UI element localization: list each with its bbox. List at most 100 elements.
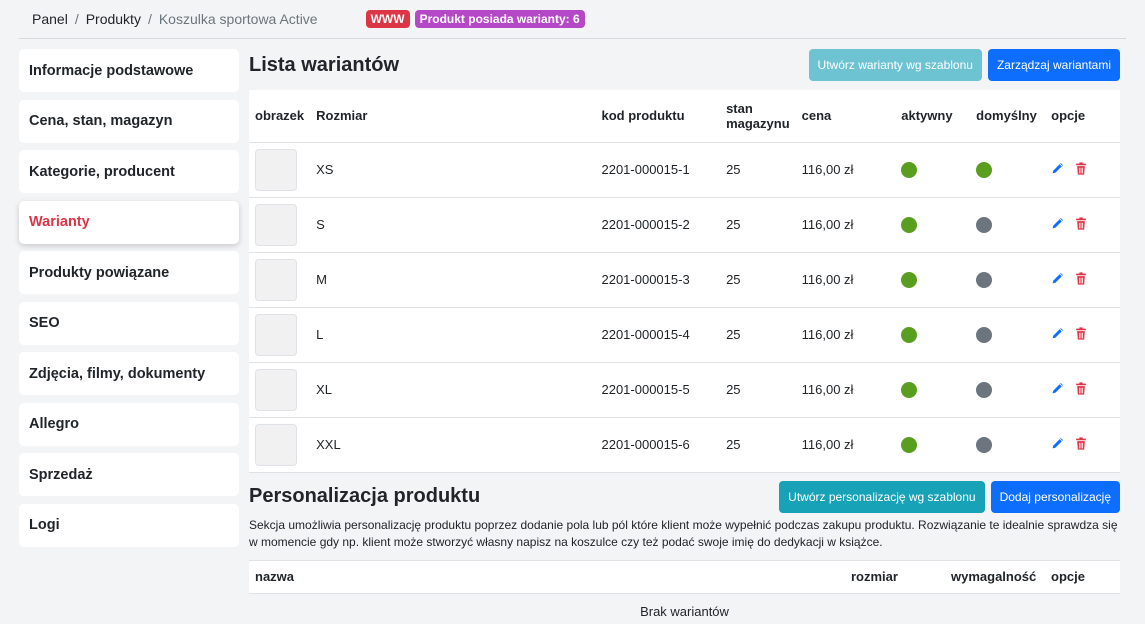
pencil-icon[interactable] xyxy=(1051,382,1064,398)
default-status-dot[interactable] xyxy=(976,161,993,178)
main-content: Lista wariantów Utwórz warianty wg szabl… xyxy=(249,49,1120,619)
variants-table: obrazek Rozmiar kod produktu stan magazyn… xyxy=(249,90,1120,473)
trash-icon[interactable] xyxy=(1075,271,1087,288)
table-row: M 2201-000015-3 25 116,00 zł xyxy=(249,252,1120,307)
col-stock: stan magazynu xyxy=(720,90,796,143)
variants-header: Lista wariantów Utwórz warianty wg szabl… xyxy=(249,49,1120,81)
sidebar-item[interactable]: Logi xyxy=(19,503,239,547)
variant-image[interactable] xyxy=(255,258,297,301)
sidebar-item[interactable]: Cena, stan, magazyn xyxy=(19,99,239,143)
col-stock-line1: stan xyxy=(726,100,753,116)
active-status-dot[interactable] xyxy=(901,326,918,343)
variant-stock: 25 xyxy=(726,382,741,397)
variant-price: 116,00 zł xyxy=(801,382,854,397)
sidebar-item[interactable]: SEO xyxy=(19,301,239,345)
col-image: obrazek xyxy=(249,90,311,143)
table-row: XXL 2201-000015-6 25 116,00 zł xyxy=(249,417,1120,472)
variant-image[interactable] xyxy=(255,423,297,466)
variant-size: L xyxy=(316,327,324,342)
personalization-table: nazwa rozmiar wymagalność opcje xyxy=(249,559,1120,594)
sidebar-item[interactable]: Produkty powiązane xyxy=(19,251,239,294)
default-status-dot[interactable] xyxy=(976,271,993,288)
sidebar: Informacje podstawowe Cena, stan, magazyn… xyxy=(19,49,239,554)
col-stock-line2: magazynu xyxy=(726,115,790,131)
add-personalization-button[interactable]: Dodaj personalizację xyxy=(990,480,1120,513)
variant-price: 116,00 zł xyxy=(801,162,854,177)
personalization-title: Personalizacja produktu xyxy=(249,485,481,507)
trash-icon[interactable] xyxy=(1075,161,1087,178)
col-options: opcje xyxy=(1045,90,1120,143)
create-variants-template-button[interactable]: Utwórz warianty wg szablonu xyxy=(808,49,982,81)
table-row: S 2201-000015-2 25 116,00 zł xyxy=(249,197,1120,252)
variant-price: 116,00 zł xyxy=(801,437,854,452)
sidebar-item[interactable]: Zdjęcia, filmy, dokumenty xyxy=(19,352,239,395)
empty-state-text: Brak wariantów xyxy=(640,603,729,619)
trash-icon[interactable] xyxy=(1075,326,1087,343)
trash-icon[interactable] xyxy=(1075,436,1087,453)
variant-size: M xyxy=(316,272,327,287)
manage-variants-button[interactable]: Zarządzaj wariantami xyxy=(987,49,1120,81)
active-status-dot[interactable] xyxy=(901,436,918,453)
variant-code: 2201-000015-6 xyxy=(601,437,690,452)
default-status-dot[interactable] xyxy=(976,326,993,343)
default-status-dot[interactable] xyxy=(976,436,993,453)
table-row: XL 2201-000015-5 25 116,00 zł xyxy=(249,362,1120,417)
variant-code: 2201-000015-2 xyxy=(601,217,690,232)
sidebar-item[interactable]: Allegro xyxy=(19,402,239,446)
pencil-icon[interactable] xyxy=(1051,162,1064,178)
table-row: XS 2201-000015-1 25 116,00 zł xyxy=(249,142,1120,197)
topbar: Panel / Produkty / Koszulka sportowa Act… xyxy=(19,0,1126,39)
variant-price: 116,00 zł xyxy=(801,272,854,287)
variant-image[interactable] xyxy=(255,368,297,411)
variants-title: Lista wariantów xyxy=(249,53,400,76)
active-status-dot[interactable] xyxy=(901,161,918,178)
personalization-header: Personalizacja produktu Utwórz personali… xyxy=(249,480,1120,513)
variant-code: 2201-000015-5 xyxy=(601,382,690,397)
table-header-row: nazwa rozmiar wymagalność opcje xyxy=(249,559,1120,594)
breadcrumb-separator: / xyxy=(74,11,79,27)
breadcrumb-current: Koszulka sportowa Active xyxy=(158,11,318,27)
sidebar-item[interactable]: Informacje podstawowe xyxy=(19,49,239,92)
trash-icon[interactable] xyxy=(1075,381,1087,398)
variant-image[interactable] xyxy=(255,313,297,356)
breadcrumb-panel[interactable]: Panel xyxy=(32,11,68,27)
create-personalization-template-button[interactable]: Utwórz personalizację wg szablonu xyxy=(779,480,985,513)
breadcrumb-produkty[interactable]: Produkty xyxy=(86,11,141,27)
col-default: domyślny xyxy=(970,90,1046,143)
table-header-row: obrazek Rozmiar kod produktu stan magazyn… xyxy=(249,90,1120,143)
col-code: kod produktu xyxy=(595,90,721,143)
breadcrumb-separator: / xyxy=(147,11,152,27)
active-status-dot[interactable] xyxy=(901,381,918,398)
col-active: aktywny xyxy=(895,90,971,143)
sidebar-item[interactable]: Sprzedaż xyxy=(19,453,239,496)
trash-icon[interactable] xyxy=(1075,216,1087,233)
pencil-icon[interactable] xyxy=(1051,272,1064,288)
breadcrumb: Panel / Produkty / Koszulka sportowa Act… xyxy=(32,11,318,27)
variant-code: 2201-000015-4 xyxy=(601,327,690,342)
variant-size: XXL xyxy=(316,437,341,452)
pencil-icon[interactable] xyxy=(1051,217,1064,233)
variants-count-badge: Produkt posiada warianty: 6 xyxy=(414,10,585,28)
col-required: wymagalność xyxy=(945,559,1045,594)
default-status-dot[interactable] xyxy=(976,216,993,233)
variant-price: 116,00 zł xyxy=(801,217,854,232)
default-status-dot[interactable] xyxy=(976,381,993,398)
www-badge: WWW xyxy=(365,10,410,28)
variant-image[interactable] xyxy=(255,203,297,246)
variant-size: XS xyxy=(316,162,334,177)
variant-size: S xyxy=(316,217,325,232)
active-status-dot[interactable] xyxy=(901,271,918,288)
sidebar-item[interactable]: Warianty xyxy=(19,200,239,244)
col-options: opcje xyxy=(1045,559,1120,594)
variant-stock: 25 xyxy=(726,327,741,342)
col-name: nazwa xyxy=(249,559,845,594)
variant-code: 2201-000015-1 xyxy=(601,162,690,177)
pencil-icon[interactable] xyxy=(1051,327,1064,343)
table-row: L 2201-000015-4 25 116,00 zł xyxy=(249,307,1120,362)
active-status-dot[interactable] xyxy=(901,216,918,233)
variant-price: 116,00 zł xyxy=(801,327,854,342)
variant-stock: 25 xyxy=(726,437,741,452)
variant-image[interactable] xyxy=(255,148,297,191)
sidebar-item[interactable]: Kategorie, producent xyxy=(19,150,239,193)
pencil-icon[interactable] xyxy=(1051,437,1064,453)
